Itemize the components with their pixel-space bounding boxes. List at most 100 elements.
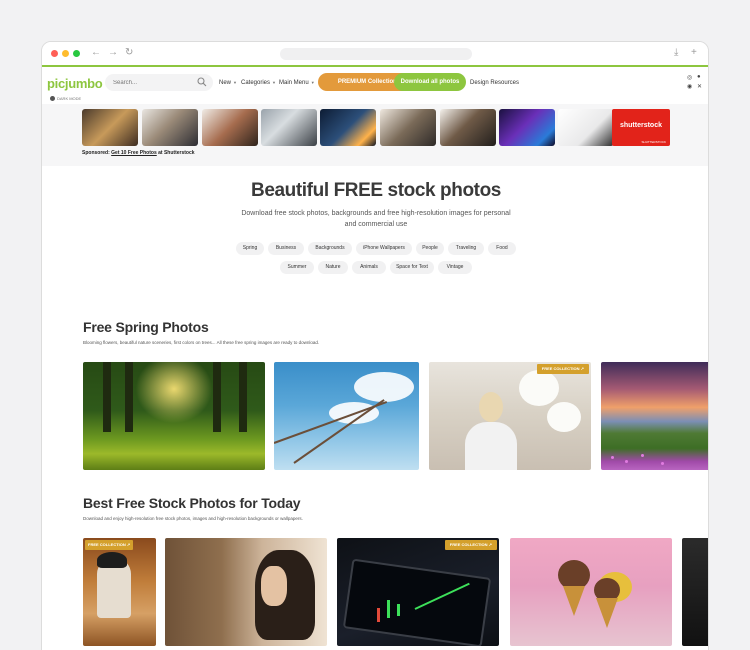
sponsored-prefix: Sponsored: [82,150,110,156]
section-title-spring: Free Spring Photos [83,319,209,335]
search-box [105,74,213,91]
chevron-down-icon: ▼ [310,80,315,85]
free-collection-badge[interactable]: FREE COLLECTION ↗ [444,540,497,550]
download-icon[interactable]: ⤓ [674,47,678,59]
nav-main-menu[interactable]: Main Menu ▼ [279,80,315,86]
hat [97,552,127,568]
reload-icon[interactable]: ↻ [125,47,133,59]
flower [641,454,644,457]
forward-icon[interactable]: → [108,47,118,59]
tag-business[interactable]: Business [268,242,304,255]
photo-spring-forest[interactable] [83,362,265,470]
nav-categories[interactable]: Categories ▼ [241,80,276,86]
photo-autumn-woman[interactable]: FREE COLLECTION ↗ [83,538,156,646]
tree-trunk [103,362,111,432]
photo-ice-cream[interactable] [510,538,672,646]
ice-cream-cone [563,586,585,616]
tag-backgrounds[interactable]: Backgrounds [308,242,352,255]
tag-spring[interactable]: Spring [236,242,264,255]
ad-thumb-studio[interactable] [320,109,376,146]
sponsored-suffix: at Shutterstock [158,150,195,156]
tree-trunk [213,362,221,432]
search-input[interactable] [113,77,193,88]
sponsored-line: Sponsored: Get 10 Free Photos at Shutter… [82,150,195,156]
ad-thumb-podcast-2[interactable] [142,109,198,146]
woman-figure [479,392,503,422]
ad-thumb-podcast-5[interactable] [440,109,496,146]
hero-title: Beautiful FREE stock photos [251,180,501,201]
blossom [547,402,581,432]
pinterest-icon[interactable]: ◉ [687,83,692,90]
minimize-window-button[interactable] [62,50,69,57]
hero-subtitle: Download free stock photos, backgrounds … [241,210,511,228]
tag-nature[interactable]: Nature [318,261,348,274]
section-desc-best-today: Download and enjoy high-resolution free … [83,516,303,521]
free-collection-badge[interactable]: FREE COLLECTION ↗ [536,364,589,374]
nav-new-label: New [219,80,232,86]
site-logo[interactable]: picjumbo [47,76,103,91]
photo-spring-hills-sunset[interactable] [601,362,708,470]
download-all-photos-button[interactable]: Download all photos [394,73,466,91]
ad-thumb-podcast-1[interactable] [82,109,138,146]
photo-spring-blossom-sky[interactable] [274,362,419,470]
tag-space-for-text[interactable]: Space for Text [390,261,434,274]
flower [611,456,614,459]
photo-trading-screen[interactable]: FREE COLLECTION ↗ [337,538,499,646]
instagram-icon[interactable]: ◎ [687,74,692,81]
photo-partial-dark[interactable] [682,538,708,646]
ad-thumb-podcast-3[interactable] [202,109,258,146]
photo-spring-woman-blossom[interactable]: FREE COLLECTION ↗ [429,362,591,470]
tag-food[interactable]: Food [488,242,516,255]
chevron-down-icon: ▼ [233,80,237,85]
tree-trunk [239,362,247,432]
flower [661,462,664,465]
moon-icon [50,96,55,102]
design-resources-link[interactable]: Design Resources [470,80,519,86]
browser-toolbar: ← → ↻ ⤓ + [42,42,708,67]
dark-mode-label: DARK MODE [57,96,82,101]
candle-bar [387,600,390,618]
tag-traveling[interactable]: Traveling [448,242,484,255]
ad-thumb-podcast-6[interactable] [499,109,555,146]
tree-trunk [125,362,133,432]
woman-figure [465,422,517,470]
photo-woman-portrait[interactable] [165,538,327,646]
tag-iphone-wallpapers[interactable]: iPhone Wallpapers [356,242,412,255]
tag-animals[interactable]: Animals [352,261,386,274]
blossom [519,370,559,406]
x-icon[interactable]: ✕ [697,83,702,90]
ad-thumb-podcast-4[interactable] [380,109,436,146]
nav-new[interactable]: New ▼ [219,80,237,86]
nav-main-menu-label: Main Menu [279,80,309,86]
address-bar[interactable] [280,48,472,60]
section-desc-spring: Blooming flowers, beautiful nature scene… [83,340,320,345]
nav-categories-label: Categories [241,80,271,86]
chevron-down-icon: ▼ [272,80,276,85]
tag-summer[interactable]: Summer [280,261,314,274]
shutterstock-logo-text: shutterstock [619,122,662,129]
shutterstock-tagline: SHUTTERSTOCK [641,140,666,144]
tag-vintage[interactable]: Vintage [438,261,472,274]
free-collection-badge[interactable]: FREE COLLECTION ↗ [85,540,134,550]
tablet-screen [342,558,492,646]
sponsored-link[interactable]: Get 10 Free Photos [111,150,157,156]
new-tab-icon[interactable]: + [691,47,697,59]
dark-mode-toggle[interactable]: DARK MODE [50,96,82,102]
flower [625,460,628,463]
back-icon[interactable]: ← [91,47,101,59]
cloud [354,372,414,402]
ice-cream-cone [596,598,618,628]
maximize-window-button[interactable] [73,50,80,57]
ad-strip: shutterstock SHUTTERSTOCK Sponsored: Get… [42,104,708,166]
close-window-button[interactable] [51,50,58,57]
facebook-icon[interactable]: ● [697,74,701,80]
ad-thumb-microphone-1[interactable] [261,109,317,146]
woman-face [261,566,287,606]
search-icon[interactable] [197,77,207,87]
browser-window: ← → ↻ ⤓ + picjumbo New▼ Categories▼ Main… [41,41,709,650]
ad-thumb-microphone-2[interactable] [558,109,614,146]
candle-bar [377,608,380,622]
tag-people[interactable]: People [416,242,444,255]
section-title-best-today: Best Free Stock Photos for Today [83,495,301,511]
shutterstock-logo[interactable]: shutterstock SHUTTERSTOCK [612,109,670,146]
